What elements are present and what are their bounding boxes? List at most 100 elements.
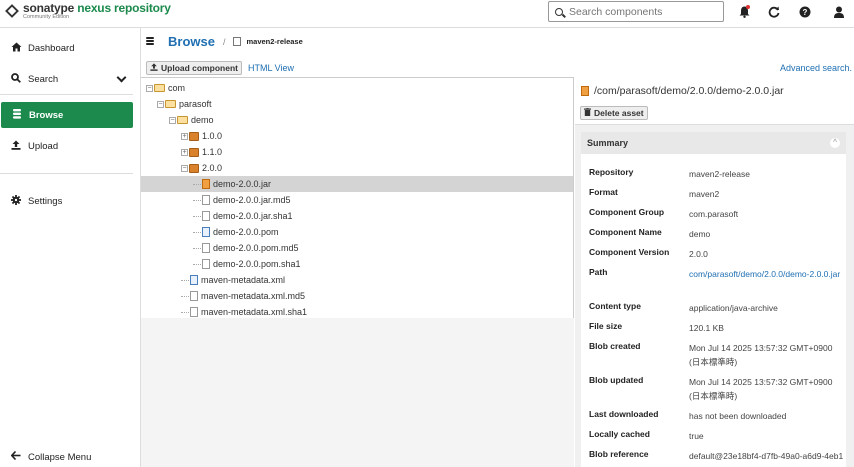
tree-node-label: com [168,83,186,93]
summary-value: 2.0.0 [689,249,708,259]
logo[interactable]: sonatype nexus repository Community Edit… [5,2,171,21]
tree-node-2-0-0[interactable]: − 2.0.0 [141,160,573,176]
brand-name: sonatype nexus repository [23,1,171,15]
tree-node-maven-metadata[interactable]: maven-metadata.xml [141,272,573,288]
summary-key: Blob created [589,341,641,351]
upload-component-button[interactable]: Upload component [146,61,242,75]
tree-node-label: 2.0.0 [202,163,223,173]
collapse-toggle-icon[interactable]: − [157,100,164,108]
summary-header[interactable]: Summary ^ [581,132,846,154]
jar-file-icon [202,179,210,189]
collapse-summary-icon[interactable]: ^ [830,138,840,148]
brand-edition: Community Edition [23,14,70,20]
tree-node-1-0-0[interactable]: + 1.0.0 [141,128,573,144]
tree-node-com[interactable]: − com [141,80,573,96]
file-icon [190,307,198,317]
expand-toggle-icon[interactable]: + [181,148,188,156]
divider [0,94,133,95]
summary-key: Blob updated [589,375,644,385]
tree-node-demo-pom-md5[interactable]: demo-2.0.0.pom.md5 [141,240,573,256]
page-title[interactable]: Browse [168,34,215,49]
package-icon [189,163,199,173]
summary-row-repository: Repository maven2-release [589,167,844,181]
breadcrumb-separator: / [222,36,226,47]
sidebar-item-label: Browse [29,109,64,121]
tree-node-parasoft[interactable]: − parasoft [141,96,573,112]
sidebar-item-search[interactable]: Search [0,66,141,92]
summary-key: Component Group [589,207,665,217]
summary-row-component-version: Component Version 2.0.0 [589,247,844,261]
summary-key: File size [589,321,623,331]
divider [0,173,133,174]
file-icon [202,211,210,221]
sidebar-item-label: Dashboard [28,42,75,54]
svg-text:?: ? [803,8,808,17]
home-icon [10,42,22,55]
xml-file-icon [190,275,198,285]
sidebar-item-browse[interactable]: Browse [1,102,133,128]
tree-node-demo[interactable]: − demo [141,112,573,128]
help-icon[interactable]: ? [797,4,813,20]
tree-node-1-1-0[interactable]: + 1.1.0 [141,144,573,160]
tree-node-demo-pom[interactable]: demo-2.0.0.pom [141,224,573,240]
upload-component-label: Upload component [161,63,238,73]
tree-node-label: maven-metadata.xml.sha1 [201,307,308,317]
tree-line [193,247,201,249]
bell-icon[interactable] [736,4,752,20]
sidebar: Dashboard Search Browse Upload Settings … [0,28,141,467]
asset-detail-panel: /com/parasoft/demo/2.0.0/demo-2.0.0.jar … [575,77,854,467]
tree-node-demo-jar-sha1[interactable]: demo-2.0.0.jar.sha1 [141,208,573,224]
refresh-icon[interactable] [766,4,782,20]
summary-key: Repository [589,167,634,177]
summary-row-component-name: Component Name demo [589,227,844,241]
tree-node-maven-metadata-md5[interactable]: maven-metadata.xml.md5 [141,288,573,304]
search-components-box[interactable] [548,1,724,22]
summary-value: Mon Jul 14 2025 13:57:32 GMT+0900 (日本標準時… [689,343,833,367]
tree-node-label: demo-2.0.0.jar.sha1 [213,211,293,221]
html-view-link[interactable]: HTML View [248,63,294,73]
tree-node-label: demo-2.0.0.jar.md5 [213,195,291,205]
tree-node-demo-jar-md5[interactable]: demo-2.0.0.jar.md5 [141,192,573,208]
summary-title: Summary [587,138,629,148]
collapse-toggle-icon[interactable]: − [146,84,153,92]
summary-value: com.parasoft [689,209,739,219]
detail-body: Summary ^ Repository maven2-release Form… [575,125,854,467]
folder-open-icon [154,84,165,92]
search-components-input[interactable] [569,5,719,18]
tree-node-label: demo-2.0.0.pom [213,227,279,237]
asset-path: /com/parasoft/demo/2.0.0/demo-2.0.0.jar [594,85,784,97]
path-link[interactable]: com/parasoft/demo/2.0.0/demo-2.0.0.jar [689,267,844,281]
summary-key: Format [589,187,618,197]
tree-node-label: 1.1.0 [202,147,223,157]
collapse-menu-label: Collapse Menu [28,451,92,463]
sonatype-logo-icon [5,4,19,18]
collapse-toggle-icon[interactable]: − [169,116,176,124]
advanced-search-link[interactable]: Advanced search. [780,63,852,73]
collapse-menu-button[interactable]: Collapse Menu [0,444,141,467]
upload-icon [150,63,158,73]
sidebar-item-upload[interactable]: Upload [0,133,141,159]
tree-node-demo-pom-sha1[interactable]: demo-2.0.0.pom.sha1 [141,256,573,272]
expand-toggle-icon[interactable]: + [181,132,188,140]
summary-row-format: Format maven2 [589,187,844,201]
delete-asset-button[interactable]: Delete asset [580,106,648,120]
asset-path-header: /com/parasoft/demo/2.0.0/demo-2.0.0.jar [581,85,784,97]
search-icon [555,7,563,16]
tree-node-label: maven-metadata.xml [201,275,286,285]
repository-icon [233,37,242,46]
gear-icon [10,194,22,208]
tree-node-demo-jar[interactable]: demo-2.0.0.jar [141,176,573,192]
summary-key: Component Version [589,247,670,257]
collapse-toggle-icon[interactable]: − [181,164,188,172]
folder-open-icon [177,116,188,124]
sidebar-item-dashboard[interactable]: Dashboard [0,35,141,61]
search-icon [10,72,22,86]
user-icon[interactable] [831,4,847,20]
sidebar-item-label: Search [28,73,59,85]
tree-node-maven-metadata-sha1[interactable]: maven-metadata.xml.sha1 [141,304,573,320]
tree-line [181,311,189,313]
summary-value: maven2 [689,189,720,199]
package-icon [189,147,199,157]
chevron-down-icon[interactable] [116,72,127,83]
sidebar-item-settings[interactable]: Settings [0,188,141,214]
